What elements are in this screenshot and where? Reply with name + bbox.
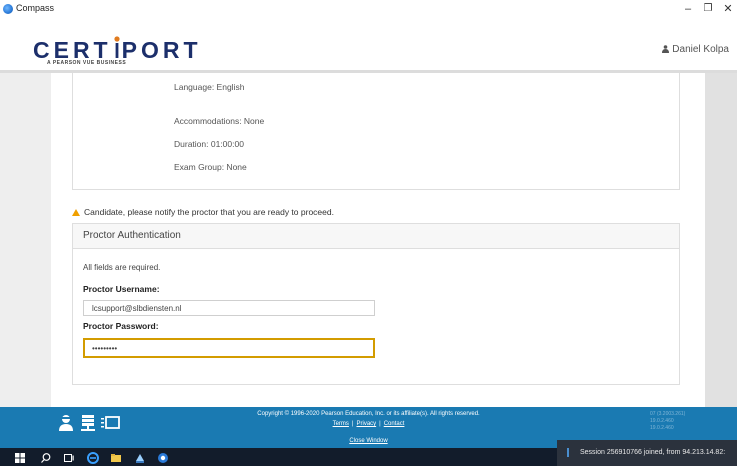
close-window-link[interactable]: Close Window (349, 438, 387, 444)
logo-text-right: PORT (121, 37, 202, 63)
logo-tagline: A PEARSON VUE BUSINESS (47, 60, 127, 66)
shortcut-app-icon[interactable] (134, 451, 146, 463)
version-line-3: 19.0.2.460 (650, 425, 674, 431)
contact-link[interactable]: Contact (384, 421, 405, 427)
exam-accommodations: Accommodations: None (174, 116, 265, 126)
proctor-auth-body: All fields are required. Proctor Usernam… (73, 249, 679, 383)
search-icon[interactable] (40, 451, 52, 463)
link-separator: | (379, 421, 381, 427)
window-title-bar: Compass – ❐ ✕ (0, 0, 737, 20)
proctor-auth-title: Proctor Authentication (83, 230, 181, 241)
copyright-text: Copyright © 1996-2020 Pearson Education,… (257, 411, 480, 417)
link-separator: | (351, 421, 354, 427)
user-icon (662, 45, 670, 53)
file-explorer-icon[interactable] (110, 451, 122, 463)
compass-app-icon (3, 4, 13, 14)
close-window-button[interactable]: ✕ (719, 1, 737, 17)
warning-icon (72, 209, 80, 216)
version-line-2: 19.0.2.460 (650, 418, 674, 424)
right-gutter (705, 73, 737, 407)
required-note: All fields are required. (83, 263, 161, 272)
privacy-link[interactable]: Privacy (356, 421, 376, 427)
task-view-icon[interactable] (63, 451, 75, 463)
proctor-password-input[interactable] (83, 338, 375, 358)
exam-info-panel: Language: English Accommodations: None D… (72, 73, 680, 190)
minimize-button[interactable]: – (679, 1, 697, 17)
content-panel: Language: English Accommodations: None D… (51, 73, 705, 407)
password-label: Proctor Password: (83, 321, 159, 331)
app-header: CERT PORT A PEARSON VUE BUSINESS Daniel K… (0, 20, 737, 73)
version-line-1: 07 (3.2003.261) (650, 411, 686, 417)
windows-start-icon[interactable] (14, 451, 26, 463)
edge-browser-icon[interactable] (87, 451, 99, 464)
session-notification-text: Session 256910766 joined, from 94.213.14… (580, 449, 726, 456)
proctor-auth-header: Proctor Authentication (73, 224, 679, 249)
proctor-notice: Candidate, please notify the proctor tha… (72, 207, 334, 217)
footer-links: Terms | Privacy | Contact (0, 421, 737, 427)
session-notification: Session 256910766 joined, from 94.213.14… (557, 440, 737, 466)
compass-taskbar-icon[interactable] (157, 451, 169, 463)
proctor-username-input[interactable] (83, 300, 375, 316)
exam-duration: Duration: 01:00:00 (174, 139, 244, 149)
exam-language: Language: English (174, 82, 245, 92)
info-icon (567, 448, 569, 457)
proctor-notice-text: Candidate, please notify the proctor tha… (84, 207, 334, 217)
window-title: Compass (16, 3, 55, 13)
maximize-button[interactable]: ❐ (699, 1, 717, 17)
user-name: Daniel Kolpa (672, 44, 729, 55)
terms-link[interactable]: Terms (333, 421, 349, 427)
username-label: Proctor Username: (83, 284, 160, 294)
exam-group: Exam Group: None (174, 162, 247, 172)
main-area: Language: English Accommodations: None D… (0, 73, 737, 407)
user-menu[interactable]: Daniel Kolpa (662, 44, 729, 55)
proctor-auth-panel: Proctor Authentication All fields are re… (72, 223, 680, 385)
